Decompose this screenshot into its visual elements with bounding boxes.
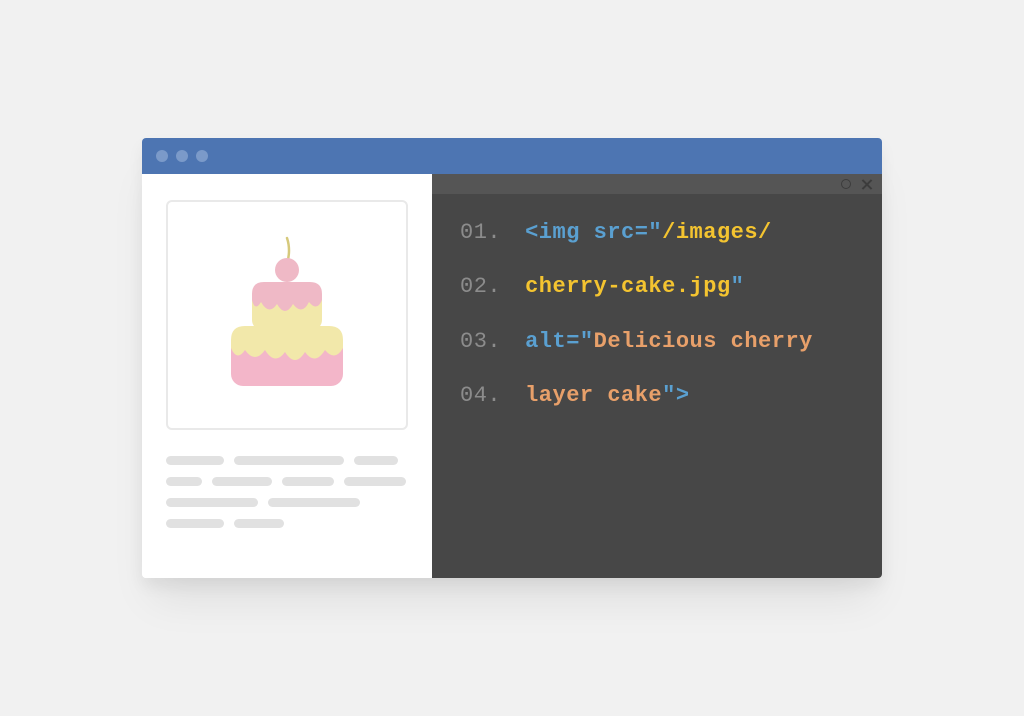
code-line: 01. <img src="/images/ (460, 220, 854, 246)
line-number: 01. (460, 220, 501, 246)
line-number: 04. (460, 383, 501, 409)
code-text: cherry-cake.jpg" (525, 274, 744, 300)
code-text: layer cake"> (525, 383, 689, 409)
window-control-dot[interactable] (196, 150, 208, 162)
image-preview-card (166, 200, 408, 430)
minimize-icon[interactable] (841, 179, 851, 189)
line-number: 02. (460, 274, 501, 300)
window-titlebar (142, 138, 882, 174)
code-line: 03. alt="Delicious cherry (460, 329, 854, 355)
cake-icon (207, 230, 367, 400)
window-controls (156, 150, 208, 162)
line-number: 03. (460, 329, 501, 355)
code-line: 02. cherry-cake.jpg" (460, 274, 854, 300)
code-panel: 01. <img src="/images/ 02. cherry-cake.j… (432, 174, 882, 578)
code-block: 01. <img src="/images/ 02. cherry-cake.j… (460, 220, 854, 410)
code-line: 04. layer cake"> (460, 383, 854, 409)
preview-panel (142, 174, 432, 578)
browser-window: 01. <img src="/images/ 02. cherry-cake.j… (142, 138, 882, 578)
close-icon[interactable] (861, 179, 872, 190)
window-control-dot[interactable] (176, 150, 188, 162)
code-text: alt="Delicious cherry (525, 329, 813, 355)
code-text: <img src="/images/ (525, 220, 772, 246)
window-content: 01. <img src="/images/ 02. cherry-cake.j… (142, 174, 882, 578)
placeholder-text (166, 456, 408, 528)
window-control-dot[interactable] (156, 150, 168, 162)
code-panel-controls (432, 174, 882, 194)
